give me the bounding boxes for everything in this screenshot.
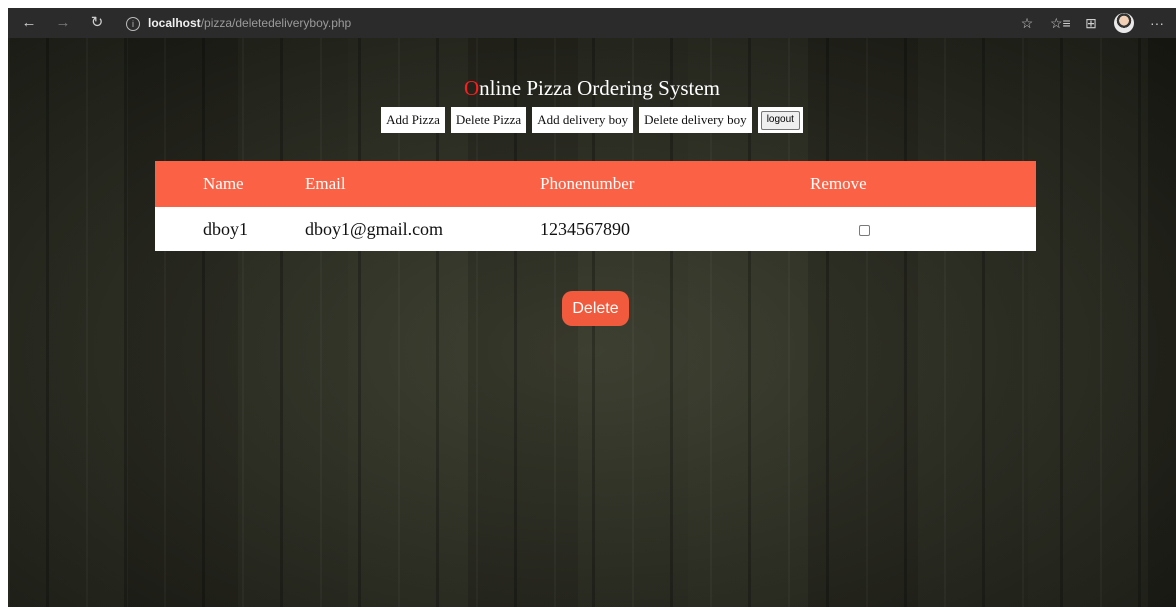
delete-pizza-button[interactable]: Delete Pizza	[450, 107, 527, 133]
more-icon[interactable]: ···	[1148, 15, 1166, 31]
header-name: Name	[155, 161, 304, 207]
forward-icon[interactable]: →	[54, 14, 72, 32]
url-path: /pizza/deletedeliveryboy.php	[200, 16, 352, 30]
favorites-icon[interactable]: ☆≡	[1050, 15, 1071, 32]
add-delivery-boy-button[interactable]: Add delivery boy	[532, 107, 634, 133]
header-email: Email	[304, 161, 539, 207]
page-title: Online Pizza Ordering System	[8, 76, 1176, 101]
table-header-row: Name Email Phonenumber Remove	[155, 161, 1036, 207]
page-background: Online Pizza Ordering System Add Pizza D…	[8, 38, 1176, 607]
delete-delivery-boy-button[interactable]: Delete delivery boy	[639, 107, 752, 133]
cell-name: dboy1	[155, 207, 304, 251]
title-first-letter: O	[463, 76, 480, 100]
logout-box: logout	[757, 107, 803, 133]
collections-icon[interactable]: ⊞	[1082, 15, 1100, 32]
star-icon[interactable]: ☆	[1018, 15, 1036, 32]
admin-menu: Add Pizza Delete Pizza Add delivery boy …	[8, 107, 1176, 133]
avatar[interactable]	[1114, 13, 1134, 33]
address-bar[interactable]: i localhost/pizza/deletedeliveryboy.php	[126, 13, 351, 33]
url-host: localhost	[148, 16, 201, 30]
remove-checkbox[interactable]	[859, 224, 870, 236]
table-row: dboy1 dboy1@gmail.com 1234567890	[155, 207, 1036, 251]
cell-email: dboy1@gmail.com	[304, 207, 539, 251]
browser-actions: ☆ ☆≡ ⊞ ···	[1018, 13, 1166, 33]
title-rest: nline Pizza Ordering System	[479, 76, 721, 100]
delete-button[interactable]: Delete	[562, 291, 629, 326]
back-icon[interactable]: ←	[20, 14, 38, 32]
header-remove: Remove	[809, 161, 1036, 207]
logout-button[interactable]: logout	[760, 110, 800, 130]
add-pizza-button[interactable]: Add Pizza	[381, 107, 445, 133]
delivery-boy-table: Name Email Phonenumber Remove dboy1 dboy…	[155, 161, 1036, 251]
info-icon[interactable]: i	[126, 16, 140, 31]
header-phone: Phonenumber	[539, 161, 809, 207]
refresh-icon[interactable]: ↻	[88, 14, 106, 32]
browser-frame: ← → ↻ i localhost/pizza/deletedeliveryboy…	[8, 8, 1176, 607]
cell-phone: 1234567890	[539, 207, 809, 251]
browser-toolbar: ← → ↻ i localhost/pizza/deletedeliveryboy…	[8, 8, 1176, 38]
cell-remove	[809, 207, 1036, 251]
